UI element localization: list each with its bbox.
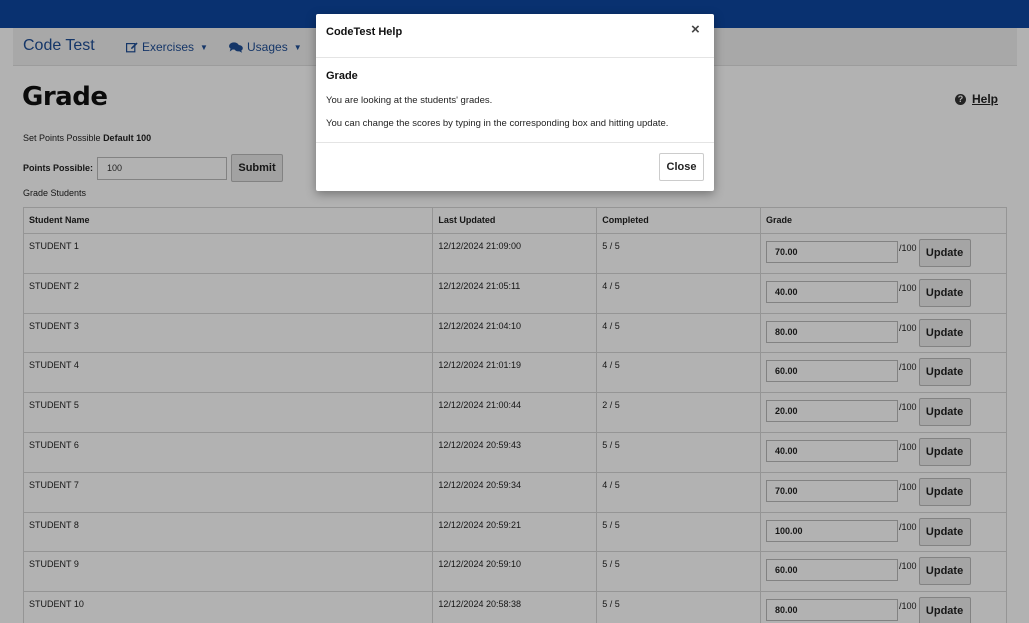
modal-heading: Grade: [326, 70, 358, 82]
modal-text: You are looking at the students' grades.: [326, 95, 493, 106]
modal-text: You can change the scores by typing in t…: [326, 118, 669, 129]
help-modal: CodeTest Help × Grade You are looking at…: [316, 14, 714, 191]
modal-header: CodeTest Help ×: [316, 14, 714, 58]
modal-title: CodeTest Help: [326, 26, 403, 38]
modal-body: Grade You are looking at the students' g…: [316, 58, 714, 143]
close-button[interactable]: Close: [659, 153, 704, 181]
close-icon[interactable]: ×: [691, 21, 700, 38]
